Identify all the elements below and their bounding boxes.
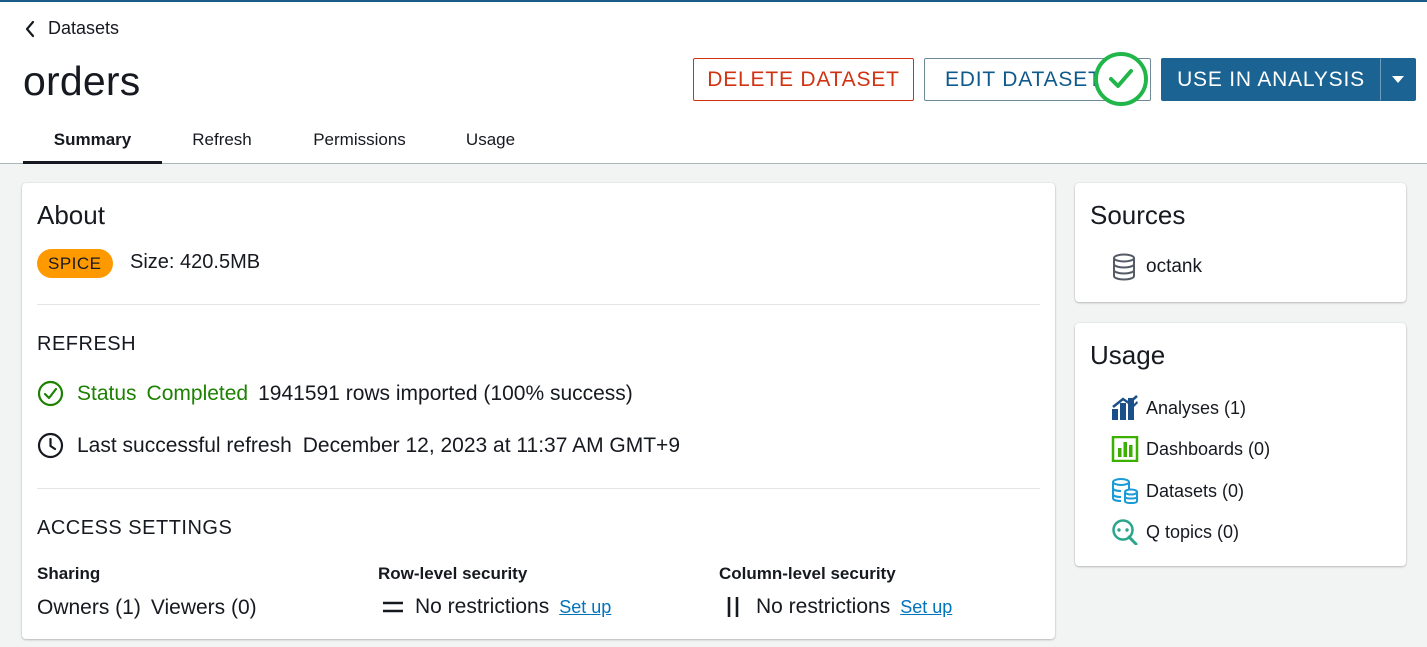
usage-item-q-topics[interactable]: Q topics (0) (1111, 519, 1239, 545)
source-label: octank (1146, 256, 1202, 277)
row-level-icon (383, 601, 403, 613)
dashboards-icon (1111, 436, 1139, 462)
divider (37, 304, 1040, 305)
usage-item-analyses[interactable]: Analyses (1) (1111, 395, 1246, 421)
status-label: Status (77, 381, 137, 405)
analyses-icon (1112, 395, 1138, 420)
access-settings-heading: ACCESS SETTINGS (37, 517, 233, 539)
column-level-security-value: No restrictions Set up (726, 595, 952, 619)
dataset-size: Size: 420.5MB (130, 251, 261, 273)
rows-imported: 1941591 rows imported (100% success) (258, 381, 633, 405)
cls-setup-link[interactable]: Set up (900, 597, 952, 618)
usage-item-label: Q topics (0) (1146, 521, 1240, 542)
source-item[interactable]: octank (1112, 253, 1202, 281)
last-refresh-row: Last successful refresh December 12, 202… (37, 432, 680, 459)
database-icon (1113, 253, 1135, 281)
caret-down-icon (1392, 76, 1404, 83)
last-refresh-value: December 12, 2023 at 11:37 AM GMT+9 (302, 433, 680, 457)
usage-item-label: Dashboards (0) (1146, 438, 1271, 459)
status-value: Completed (146, 381, 249, 405)
sources-title: Sources (1090, 200, 1186, 230)
tab-permissions[interactable]: Permissions (282, 124, 437, 164)
sharing-label: Sharing (37, 564, 101, 583)
tab-bar: Summary Refresh Permissions Usage (23, 124, 544, 164)
tab-summary[interactable]: Summary (23, 124, 162, 164)
rls-value-text: No restrictions (415, 595, 550, 618)
tab-refresh[interactable]: Refresh (162, 124, 282, 164)
usage-title: Usage (1090, 340, 1166, 370)
refresh-status-row: Status Completed 1941591 rows imported (… (37, 380, 633, 407)
usage-item-label: Analyses (1) (1146, 397, 1247, 418)
spice-badge: SPICE (37, 249, 113, 278)
use-in-analysis-dropdown[interactable] (1380, 58, 1416, 101)
datasets-icon (1112, 478, 1138, 504)
breadcrumb-label: Datasets (48, 18, 120, 38)
usage-item-label: Datasets (0) (1146, 480, 1245, 501)
refresh-heading: REFRESH (37, 333, 137, 355)
tab-usage[interactable]: Usage (437, 124, 544, 164)
breadcrumb-back-datasets[interactable]: Datasets (24, 18, 119, 39)
about-title: About (37, 200, 105, 230)
page-header: Datasets orders DELETE DATASET EDIT DATA… (0, 2, 1427, 164)
check-badge-icon (1094, 52, 1148, 106)
column-level-security-label: Column-level security (719, 564, 896, 583)
check-circle-icon (37, 380, 64, 407)
usage-item-datasets[interactable]: Datasets (0) (1111, 478, 1244, 504)
clock-icon (37, 432, 64, 459)
usage-card: Usage Analyses (1) Dashboards (0) Datase… (1075, 323, 1406, 566)
delete-dataset-button[interactable]: DELETE DATASET (693, 58, 914, 101)
last-refresh-label: Last successful refresh (77, 433, 292, 457)
cls-value-text: No restrictions (756, 595, 891, 618)
divider (37, 488, 1040, 489)
use-in-analysis-button[interactable]: USE IN ANALYSIS (1161, 58, 1381, 101)
rls-setup-link[interactable]: Set up (559, 597, 611, 618)
owners-count: Owners (1) (37, 596, 141, 619)
row-level-security-value: No restrictions Set up (382, 595, 611, 619)
usage-item-dashboards[interactable]: Dashboards (0) (1111, 436, 1270, 462)
viewers-count: Viewers (0) (150, 596, 257, 619)
chevron-left-icon (25, 20, 35, 37)
column-level-icon (727, 597, 739, 617)
page-title: orders (23, 58, 141, 104)
sources-card: Sources octank (1075, 183, 1406, 302)
row-level-security-label: Row-level security (378, 564, 528, 583)
about-card: About SPICE Size: 420.5MB REFRESH Status… (22, 183, 1055, 639)
sharing-value: Owners (1) Viewers (0) (37, 596, 257, 620)
q-topics-icon (1112, 519, 1138, 545)
